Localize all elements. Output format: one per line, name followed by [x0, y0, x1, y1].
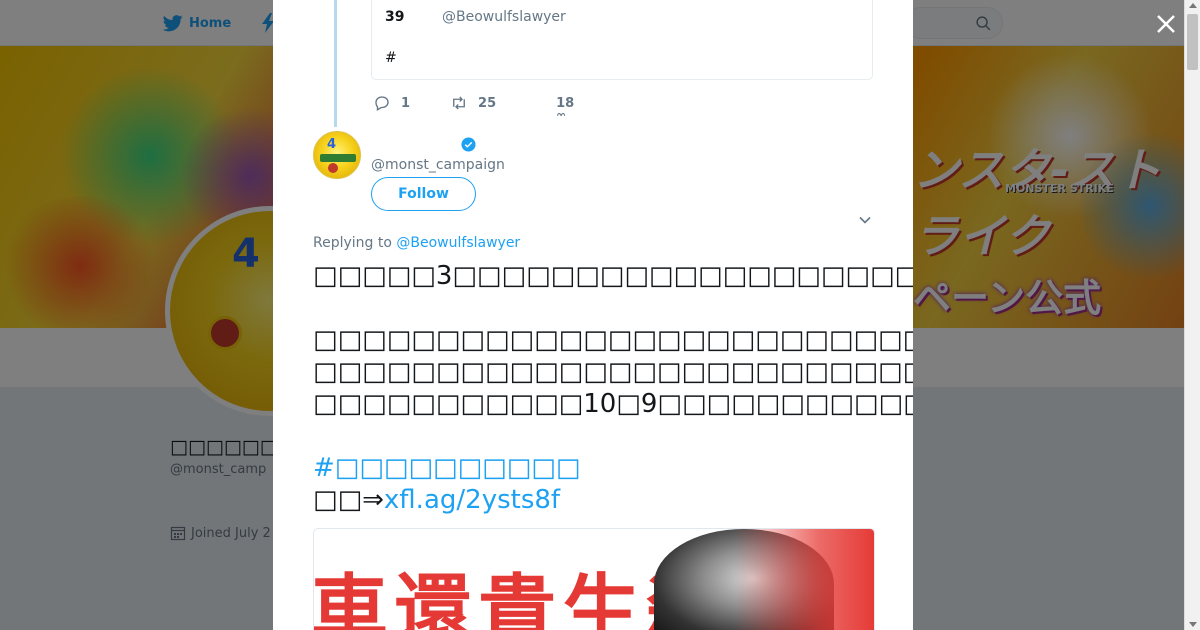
tweet-modal: 39 @Beowulfslawyer # 1 25 18 ∞ 4 @monst_… — [273, 0, 913, 630]
avatar-mini-bar — [320, 154, 356, 162]
tweet-author-avatar[interactable]: 4 — [313, 131, 361, 179]
media-red-overlay — [734, 529, 874, 630]
quoted-tweet-number: 39 — [385, 9, 405, 25]
like-count-overflow: ∞ — [556, 112, 566, 116]
tweet-line-1: □□□□□3□□□□□□□□□□□□□□□□□□□□□ — [313, 261, 913, 291]
verified-badge-icon — [461, 137, 476, 152]
retweet-count: 25 — [478, 95, 497, 111]
follow-button[interactable]: Follow — [371, 177, 476, 211]
tweet-url-link[interactable]: xfl.ag/2ysts8f — [384, 485, 560, 515]
replying-to: Replying to @Beowulfslawyer — [313, 235, 520, 251]
reply-button[interactable]: 1 — [373, 94, 410, 112]
replying-to-link[interactable]: @Beowulfslawyer — [396, 235, 520, 251]
quoted-tweet-hashtag: # — [385, 50, 397, 66]
tweet-link-prefix: □□⇒ — [313, 485, 384, 515]
avatar-mini-graphic: 4 — [327, 137, 337, 152]
avatar-mini-emblem — [328, 163, 338, 173]
tweet-hashtag-link[interactable]: #□□□□□□□□□□ — [313, 453, 580, 483]
retweet-button[interactable]: 25 — [450, 94, 496, 112]
tweet-author-handle[interactable]: @monst_campaign — [371, 157, 505, 173]
tweet-line-2: □□□□□□□□□□□□□□□□□□□□□□□□□□□ — [313, 325, 913, 355]
tweet-line-4: □□□□□□□□□□□10□9□□□□□□□□□□□□ — [313, 389, 913, 419]
tweet-line-3: □□□□□□□□□□□□□□□□□□□□□□□□□□□□□□□□□□□□□ — [313, 357, 913, 387]
reply-count: 1 — [401, 95, 411, 111]
page-scrollbar[interactable] — [1184, 0, 1200, 630]
like-count-value: 18 — [556, 95, 575, 111]
close-icon[interactable] — [1152, 10, 1180, 38]
quoted-tweet-card[interactable]: 39 @Beowulfslawyer # — [371, 0, 873, 80]
scrollbar-thumb[interactable] — [1187, 14, 1198, 70]
retweet-icon — [453, 96, 465, 110]
like-count: 18 ∞ — [556, 95, 575, 116]
quoted-tweet-handle: @Beowulfslawyer — [442, 9, 566, 25]
tweet-media-image[interactable]: 車還貴生殺 — [313, 528, 875, 630]
thread-connector-line — [334, 0, 337, 127]
scroll-down-arrow-icon[interactable] — [1189, 622, 1197, 627]
scroll-up-arrow-icon[interactable] — [1189, 3, 1197, 8]
replying-prefix: Replying to — [313, 235, 397, 251]
tweet-actions: 1 25 18 ∞ — [373, 92, 575, 116]
tweet-body: □□□□□3□□□□□□□□□□□□□□□□□□□□□ □□□□□□□□□□□□… — [313, 260, 913, 516]
chevron-down-icon[interactable] — [858, 213, 872, 227]
reply-icon — [375, 96, 389, 111]
like-button[interactable]: 18 ∞ — [556, 95, 575, 116]
